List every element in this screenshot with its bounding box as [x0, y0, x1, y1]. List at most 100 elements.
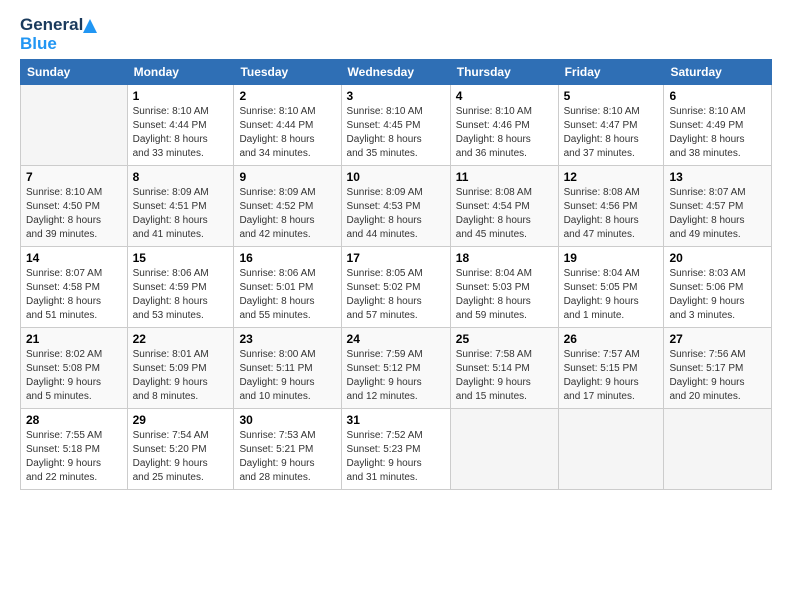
- week-row-4: 21 Sunrise: 8:02 AMSunset: 5:08 PMDayligh…: [21, 328, 772, 409]
- logo: General Blue: [20, 16, 97, 53]
- day-info: Sunrise: 8:01 AMSunset: 5:09 PMDaylight:…: [133, 348, 229, 404]
- day-info: Sunrise: 7:59 AMSunset: 5:12 PMDaylight:…: [347, 348, 445, 404]
- day-info: Sunrise: 8:09 AMSunset: 4:51 PMDaylight:…: [133, 186, 229, 242]
- day-number: 3: [347, 89, 445, 103]
- day-info: Sunrise: 8:10 AMSunset: 4:46 PMDaylight:…: [456, 105, 553, 161]
- calendar-cell: 26 Sunrise: 7:57 AMSunset: 5:15 PMDayligh…: [558, 328, 664, 409]
- calendar-cell: 10 Sunrise: 8:09 AMSunset: 4:53 PMDayligh…: [341, 166, 450, 247]
- calendar-cell: 25 Sunrise: 7:58 AMSunset: 5:14 PMDayligh…: [450, 328, 558, 409]
- day-number: 19: [564, 251, 659, 265]
- week-row-1: 1 Sunrise: 8:10 AMSunset: 4:44 PMDaylight…: [21, 85, 772, 166]
- calendar-cell: 28Sunrise: 7:55 AMSunset: 5:18 PMDayligh…: [21, 409, 128, 490]
- day-info: Sunrise: 8:06 AMSunset: 4:59 PMDaylight:…: [133, 267, 229, 323]
- day-number: 12: [564, 170, 659, 184]
- day-info: Sunrise: 8:09 AMSunset: 4:52 PMDaylight:…: [239, 186, 335, 242]
- day-number: 20: [669, 251, 766, 265]
- day-number: 15: [133, 251, 229, 265]
- day-info: Sunrise: 7:55 AMSunset: 5:18 PMDaylight:…: [26, 429, 122, 485]
- calendar-cell: 11 Sunrise: 8:08 AMSunset: 4:54 PMDayligh…: [450, 166, 558, 247]
- day-number: 25: [456, 332, 553, 346]
- day-number: 27: [669, 332, 766, 346]
- column-header-saturday: Saturday: [664, 60, 772, 85]
- day-info: Sunrise: 8:10 AMSunset: 4:50 PMDaylight:…: [26, 186, 122, 242]
- column-header-wednesday: Wednesday: [341, 60, 450, 85]
- page-container: General Blue SundayMondayTuesdayWednesda…: [0, 0, 792, 500]
- day-number: 18: [456, 251, 553, 265]
- calendar-cell: 14 Sunrise: 8:07 AMSunset: 4:58 PMDayligh…: [21, 247, 128, 328]
- day-number: 7: [26, 170, 122, 184]
- day-info: Sunrise: 7:56 AMSunset: 5:17 PMDaylight:…: [669, 348, 766, 404]
- calendar-cell: [558, 409, 664, 490]
- column-header-thursday: Thursday: [450, 60, 558, 85]
- week-row-3: 14 Sunrise: 8:07 AMSunset: 4:58 PMDayligh…: [21, 247, 772, 328]
- calendar-cell: 12 Sunrise: 8:08 AMSunset: 4:56 PMDayligh…: [558, 166, 664, 247]
- calendar-cell: 16 Sunrise: 8:06 AMSunset: 5:01 PMDayligh…: [234, 247, 341, 328]
- day-info: Sunrise: 8:05 AMSunset: 5:02 PMDaylight:…: [347, 267, 445, 323]
- day-info: Sunrise: 8:08 AMSunset: 4:56 PMDaylight:…: [564, 186, 659, 242]
- day-info: Sunrise: 7:57 AMSunset: 5:15 PMDaylight:…: [564, 348, 659, 404]
- day-info: Sunrise: 8:07 AMSunset: 4:58 PMDaylight:…: [26, 267, 122, 323]
- calendar-cell: 22 Sunrise: 8:01 AMSunset: 5:09 PMDayligh…: [127, 328, 234, 409]
- calendar-cell: 31Sunrise: 7:52 AMSunset: 5:23 PMDayligh…: [341, 409, 450, 490]
- calendar-cell: 24 Sunrise: 7:59 AMSunset: 5:12 PMDayligh…: [341, 328, 450, 409]
- day-info: Sunrise: 7:53 AMSunset: 5:21 PMDaylight:…: [239, 429, 335, 485]
- day-number: 23: [239, 332, 335, 346]
- calendar-table: SundayMondayTuesdayWednesdayThursdayFrid…: [20, 59, 772, 490]
- day-info: Sunrise: 8:03 AMSunset: 5:06 PMDaylight:…: [669, 267, 766, 323]
- week-row-2: 7 Sunrise: 8:10 AMSunset: 4:50 PMDaylight…: [21, 166, 772, 247]
- week-row-5: 28Sunrise: 7:55 AMSunset: 5:18 PMDayligh…: [21, 409, 772, 490]
- calendar-cell: 18 Sunrise: 8:04 AMSunset: 5:03 PMDayligh…: [450, 247, 558, 328]
- day-number: 30: [239, 413, 335, 427]
- calendar-cell: 27 Sunrise: 7:56 AMSunset: 5:17 PMDayligh…: [664, 328, 772, 409]
- day-number: 14: [26, 251, 122, 265]
- day-number: 8: [133, 170, 229, 184]
- day-info: Sunrise: 8:09 AMSunset: 4:53 PMDaylight:…: [347, 186, 445, 242]
- header-row: SundayMondayTuesdayWednesdayThursdayFrid…: [21, 60, 772, 85]
- calendar-cell: 2Sunrise: 8:10 AMSunset: 4:44 PMDaylight…: [234, 85, 341, 166]
- day-info: Sunrise: 7:54 AMSunset: 5:20 PMDaylight:…: [133, 429, 229, 485]
- day-info: Sunrise: 7:58 AMSunset: 5:14 PMDaylight:…: [456, 348, 553, 404]
- calendar-cell: 23 Sunrise: 8:00 AMSunset: 5:11 PMDayligh…: [234, 328, 341, 409]
- day-info: Sunrise: 7:52 AMSunset: 5:23 PMDaylight:…: [347, 429, 445, 485]
- day-info: Sunrise: 8:02 AMSunset: 5:08 PMDaylight:…: [26, 348, 122, 404]
- calendar-cell: 5Sunrise: 8:10 AMSunset: 4:47 PMDaylight…: [558, 85, 664, 166]
- day-info: Sunrise: 8:04 AMSunset: 5:03 PMDaylight:…: [456, 267, 553, 323]
- day-number: 29: [133, 413, 229, 427]
- day-number: 11: [456, 170, 553, 184]
- day-info: Sunrise: 8:07 AMSunset: 4:57 PMDaylight:…: [669, 186, 766, 242]
- day-number: 2: [239, 89, 335, 103]
- day-number: 24: [347, 332, 445, 346]
- logo-text: General: [20, 16, 97, 35]
- calendar-cell: 3Sunrise: 8:10 AMSunset: 4:45 PMDaylight…: [341, 85, 450, 166]
- calendar-cell: [664, 409, 772, 490]
- logo-blue-text: Blue: [20, 35, 57, 54]
- day-info: Sunrise: 8:00 AMSunset: 5:11 PMDaylight:…: [239, 348, 335, 404]
- day-info: Sunrise: 8:08 AMSunset: 4:54 PMDaylight:…: [456, 186, 553, 242]
- calendar-cell: 13 Sunrise: 8:07 AMSunset: 4:57 PMDayligh…: [664, 166, 772, 247]
- calendar-cell: 19 Sunrise: 8:04 AMSunset: 5:05 PMDayligh…: [558, 247, 664, 328]
- calendar-cell: 6Sunrise: 8:10 AMSunset: 4:49 PMDaylight…: [664, 85, 772, 166]
- day-info: Sunrise: 8:04 AMSunset: 5:05 PMDaylight:…: [564, 267, 659, 323]
- day-number: 13: [669, 170, 766, 184]
- day-number: 16: [239, 251, 335, 265]
- header: General Blue: [20, 16, 772, 53]
- day-number: 26: [564, 332, 659, 346]
- day-info: Sunrise: 8:10 AMSunset: 4:49 PMDaylight:…: [669, 105, 766, 161]
- day-info: Sunrise: 8:10 AMSunset: 4:47 PMDaylight:…: [564, 105, 659, 161]
- calendar-cell: [21, 85, 128, 166]
- calendar-cell: 29 Sunrise: 7:54 AMSunset: 5:20 PMDayligh…: [127, 409, 234, 490]
- calendar-cell: 21 Sunrise: 8:02 AMSunset: 5:08 PMDayligh…: [21, 328, 128, 409]
- calendar-cell: 17 Sunrise: 8:05 AMSunset: 5:02 PMDayligh…: [341, 247, 450, 328]
- day-info: Sunrise: 8:06 AMSunset: 5:01 PMDaylight:…: [239, 267, 335, 323]
- day-number: 21: [26, 332, 122, 346]
- day-number: 1: [133, 89, 229, 103]
- day-number: 17: [347, 251, 445, 265]
- column-header-tuesday: Tuesday: [234, 60, 341, 85]
- day-info: Sunrise: 8:10 AMSunset: 4:44 PMDaylight:…: [133, 105, 229, 161]
- day-number: 9: [239, 170, 335, 184]
- calendar-cell: 4Sunrise: 8:10 AMSunset: 4:46 PMDaylight…: [450, 85, 558, 166]
- column-header-monday: Monday: [127, 60, 234, 85]
- day-number: 22: [133, 332, 229, 346]
- day-number: 10: [347, 170, 445, 184]
- calendar-cell: 30 Sunrise: 7:53 AMSunset: 5:21 PMDayligh…: [234, 409, 341, 490]
